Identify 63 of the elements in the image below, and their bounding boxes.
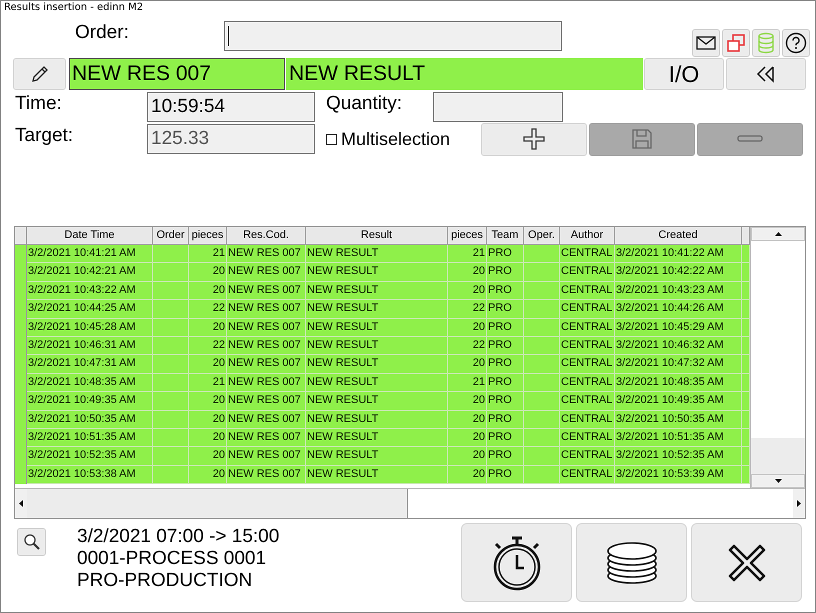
multiselection-checkbox[interactable] [326,134,337,144]
time-field[interactable]: 10:59:54 [147,92,315,122]
column-header[interactable]: pieces [448,227,487,245]
scrollbar-thumb[interactable] [27,489,408,518]
search-button[interactable] [17,528,46,556]
result-code-field[interactable]: NEW RES 007 [69,58,285,90]
column-header[interactable]: Date Time [27,227,153,245]
windows-button[interactable] [722,29,750,57]
shift-info-text: 0001-PROCESS 0001 [77,548,268,570]
double-chevron-left-icon [755,65,777,83]
column-header[interactable]: Res.Cod. [227,227,306,245]
shift-info-text: PRO-PRODUCTION [77,570,254,592]
order-field[interactable] [224,21,562,51]
column-header[interactable]: pieces [189,227,227,245]
column-header[interactable]: Result [306,227,448,245]
table-cell [524,466,560,484]
table-cell: NEW RES 007 [227,466,306,484]
minus-icon [737,135,763,143]
io-button[interactable]: I/O [644,58,724,90]
back-button[interactable] [726,58,806,90]
target-label: Target: [15,125,74,147]
table-cell: 20 [448,466,487,484]
column-header[interactable]: Author [560,227,615,245]
envelope-icon [696,36,716,50]
column-header[interactable]: Oper. [524,227,560,245]
help-button[interactable] [782,29,810,57]
table-cell: CENTRAL [560,466,615,484]
order-label: Order: [75,22,130,44]
table-cell: NEW RESULT [306,466,448,484]
edit-button[interactable] [13,58,66,90]
result-name-field[interactable]: NEW RESULT [286,58,643,90]
column-header[interactable] [742,227,750,245]
table-cell: 3/2/2021 10:53:38 AM [27,466,153,484]
plus-icon [522,127,546,151]
search-icon [22,532,42,552]
add-button[interactable] [481,122,587,156]
scroll-up-icon[interactable] [751,227,805,241]
horizontal-scrollbar[interactable] [15,488,805,518]
quantity-label: Quantity: [326,93,404,115]
time-label: Time: [15,93,63,115]
column-header[interactable]: Order [153,227,189,245]
close-button[interactable] [691,523,802,602]
coins-button[interactable] [576,523,687,602]
table-cell: PRO [487,466,524,484]
shift-info-text: 3/2/2021 07:00 -> 15:00 [77,526,280,548]
scroll-left-icon[interactable] [15,489,27,518]
help-icon [785,32,807,54]
quantity-field[interactable] [433,92,563,122]
stopwatch-button[interactable] [461,523,572,602]
database-icon [757,32,775,54]
column-header[interactable]: Team [487,227,524,245]
scroll-right-icon[interactable] [793,489,805,518]
window-title: Results insertion - edinn M2 [3,1,144,15]
table-cell: 20 [189,466,227,484]
overlapping-squares-icon [726,33,746,53]
multiselection-label: Multiselection [341,128,450,150]
column-header[interactable]: Created [615,227,742,245]
vertical-scrollbar[interactable] [750,227,805,488]
table-cell [153,466,189,484]
scrollbar-thumb[interactable] [751,438,805,474]
table-cell: 3/2/2021 10:53:39 AM [615,466,742,484]
mail-button[interactable] [692,29,720,57]
target-field: 125.33 [147,124,315,154]
